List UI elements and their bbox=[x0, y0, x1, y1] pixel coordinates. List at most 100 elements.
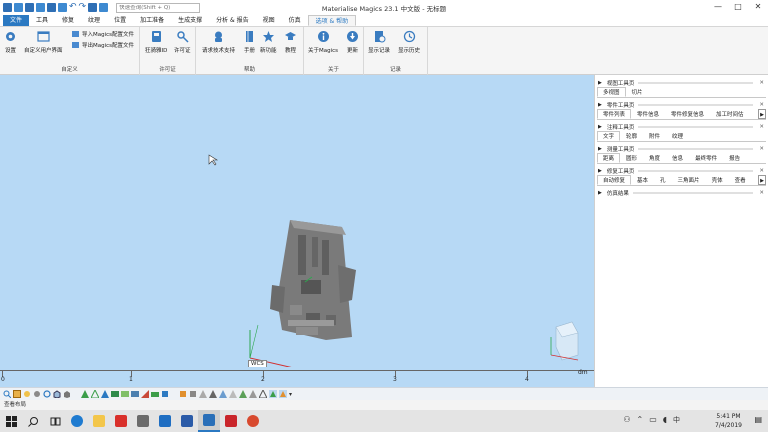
tab-texture[interactable]: 纹理 bbox=[666, 131, 689, 141]
volume-icon[interactable]: ◖ bbox=[663, 415, 667, 425]
tab-analysis[interactable]: 分析 & 报告 bbox=[209, 15, 256, 26]
tab-basic[interactable]: 基本 bbox=[631, 175, 654, 185]
bad-edges-icon[interactable] bbox=[141, 390, 149, 398]
pyramid-outline-icon[interactable] bbox=[259, 390, 267, 398]
minimize-button[interactable]: — bbox=[708, 0, 728, 15]
tab-text[interactable]: 文字 bbox=[597, 131, 621, 141]
maximize-button[interactable]: □ bbox=[728, 0, 748, 15]
annot-toolpage-header[interactable]: ▶ 注释工具页 ✕ bbox=[595, 123, 768, 131]
triangles-icon[interactable] bbox=[101, 390, 109, 398]
people-icon[interactable]: ⚇ bbox=[623, 415, 630, 425]
taskbar-word[interactable] bbox=[176, 410, 198, 432]
license-button[interactable]: 许可证 bbox=[174, 30, 191, 54]
sim-results-header[interactable]: ▶ 仿真结果 ✕ bbox=[595, 189, 768, 197]
taskbar-clock[interactable]: 5:41 PM 7/4/2019 bbox=[715, 412, 742, 430]
pyramid-selected2-icon[interactable] bbox=[279, 390, 287, 398]
taskbar-acrobat[interactable] bbox=[220, 410, 242, 432]
taskbar-outlook[interactable] bbox=[154, 410, 176, 432]
tab-holes[interactable]: 孔 bbox=[654, 175, 672, 185]
plane-icon[interactable] bbox=[151, 390, 159, 398]
tab-slice[interactable]: 切片 bbox=[626, 87, 649, 97]
view-front-icon[interactable] bbox=[53, 390, 61, 398]
redo-icon[interactable]: ↷ bbox=[79, 3, 87, 12]
tab-attachment[interactable]: 附件 bbox=[643, 131, 666, 141]
quick-search-box[interactable] bbox=[116, 2, 201, 13]
save-all-icon[interactable] bbox=[47, 3, 56, 12]
render-shaded-icon[interactable] bbox=[81, 390, 89, 398]
zoom-icon[interactable] bbox=[3, 390, 11, 398]
tab-part-fix-info[interactable]: 零件修复信息 bbox=[665, 109, 710, 119]
tab-part-info[interactable]: 零件信息 bbox=[631, 109, 665, 119]
tab-support[interactable]: 生成支撑 bbox=[171, 15, 209, 26]
close-icon[interactable]: ✕ bbox=[759, 102, 764, 108]
close-icon[interactable]: ✕ bbox=[759, 146, 764, 152]
rotate-icon[interactable] bbox=[43, 390, 51, 398]
render-wire-icon[interactable] bbox=[91, 390, 99, 398]
tab-texture[interactable]: 纹理 bbox=[81, 15, 107, 26]
zoom-fit-icon[interactable] bbox=[23, 390, 31, 398]
tab-part-list[interactable]: 零件列表 bbox=[597, 109, 632, 119]
pyramid-blue-icon[interactable] bbox=[219, 390, 227, 398]
tab-info[interactable]: 信息 bbox=[666, 153, 689, 163]
toolbar-overflow-icon[interactable]: ▾ bbox=[289, 391, 292, 398]
dongle-id-button[interactable]: 狂骑雅ID bbox=[145, 30, 167, 54]
show-history-button[interactable]: 显示历史 bbox=[398, 30, 420, 54]
texture-icon[interactable] bbox=[121, 390, 129, 398]
measure-icon[interactable] bbox=[131, 390, 139, 398]
close-icon[interactable]: ✕ bbox=[759, 124, 764, 130]
measure-toolpage-header[interactable]: ▶ 测量工具页 ✕ bbox=[595, 145, 768, 153]
export-config-button[interactable]: 导出Magics配置文件 bbox=[72, 41, 134, 49]
pan-icon[interactable] bbox=[33, 390, 41, 398]
close-icon[interactable]: ✕ bbox=[759, 190, 764, 196]
tab-tools[interactable]: 工具 bbox=[29, 15, 55, 26]
task-view-button[interactable] bbox=[44, 410, 66, 432]
mesh-icon[interactable] bbox=[111, 390, 119, 398]
new-features-button[interactable]: 新功能 bbox=[260, 30, 277, 54]
tab-options-help[interactable]: 选项 & 帮助 bbox=[307, 15, 357, 26]
tab-position[interactable]: 位置 bbox=[107, 15, 133, 26]
update-button[interactable]: 更新 bbox=[346, 30, 359, 54]
tab-scroll-right-icon[interactable]: ▶ bbox=[758, 109, 766, 119]
import-config-button[interactable]: 导入Magics配置文件 bbox=[72, 30, 134, 38]
tab-circle[interactable]: 圆形 bbox=[620, 153, 643, 163]
view-toolpage-header[interactable]: ▶ 视图工具页 ✕ bbox=[595, 79, 768, 87]
tab-scroll-right-icon[interactable]: ▶ bbox=[758, 175, 766, 185]
taskbar-calculator[interactable] bbox=[132, 410, 154, 432]
ime-indicator[interactable]: 中 bbox=[673, 415, 680, 425]
tab-final-part[interactable]: 最终零件 bbox=[689, 153, 723, 163]
tab-simulation[interactable]: 仿真 bbox=[282, 15, 308, 26]
tab-fix[interactable]: 修复 bbox=[55, 15, 81, 26]
close-button[interactable]: ✕ bbox=[748, 0, 768, 15]
about-magics-button[interactable]: 关于Magics bbox=[308, 30, 338, 54]
pyramid-selected-icon[interactable] bbox=[269, 390, 277, 398]
tab-inspect[interactable]: 查看 bbox=[729, 175, 752, 185]
tab-shells[interactable]: 壳体 bbox=[706, 175, 729, 185]
pyramid-dark-icon[interactable] bbox=[209, 390, 217, 398]
tab-file[interactable]: 文件 bbox=[3, 15, 30, 26]
network-icon[interactable]: ▭ bbox=[649, 415, 657, 425]
notifications-icon[interactable]: ▤ bbox=[754, 415, 762, 424]
3d-part-model[interactable] bbox=[270, 220, 356, 340]
pyramid-icon[interactable] bbox=[199, 390, 207, 398]
undo-icon[interactable]: ↶ bbox=[69, 3, 77, 12]
taskbar-chrome[interactable] bbox=[242, 410, 264, 432]
tab-multiview[interactable]: 多视图 bbox=[597, 87, 626, 97]
taskbar-app-red[interactable] bbox=[110, 410, 132, 432]
new-icon[interactable] bbox=[14, 3, 23, 12]
view-iso-icon[interactable] bbox=[63, 390, 71, 398]
quick-search-input[interactable] bbox=[119, 4, 200, 11]
select-icon[interactable] bbox=[88, 3, 98, 12]
box-icon[interactable] bbox=[161, 390, 169, 398]
custom-ui-button[interactable]: 自定义用户界面 bbox=[24, 30, 63, 54]
cube-orange-icon[interactable] bbox=[179, 390, 187, 398]
tab-distance[interactable]: 距离 bbox=[597, 153, 621, 163]
tab-view[interactable]: 视图 bbox=[256, 15, 282, 26]
taskbar-magics[interactable] bbox=[198, 410, 220, 432]
taskbar-explorer[interactable] bbox=[88, 410, 110, 432]
pyramid-green-icon[interactable] bbox=[239, 390, 247, 398]
3d-viewport[interactable]: WCS bbox=[0, 75, 594, 387]
chevron-up-icon[interactable]: ⌃ bbox=[637, 415, 644, 425]
tutorial-button[interactable]: 教程 bbox=[284, 30, 297, 54]
show-log-button[interactable]: 显示记录 bbox=[368, 30, 390, 54]
view-cube[interactable] bbox=[550, 321, 579, 361]
